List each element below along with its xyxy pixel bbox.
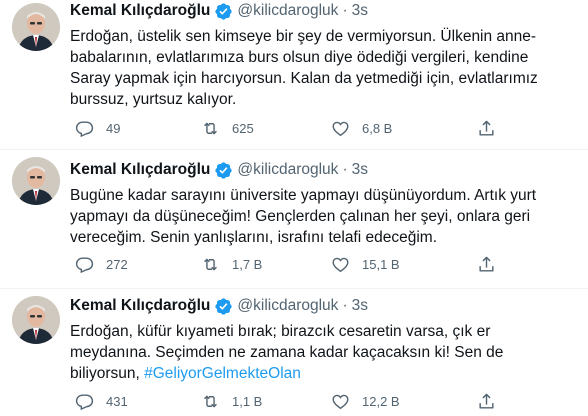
tweet-text: Bugüne kadar sarayını üniversite yapmayı… bbox=[70, 185, 576, 248]
like-count: 6,8 B bbox=[362, 120, 393, 136]
timestamp[interactable]: 3s bbox=[352, 296, 368, 316]
verified-badge-icon bbox=[215, 297, 233, 315]
like-count: 12,2 B bbox=[362, 393, 400, 409]
tweet-text-line: Erdoğan, küfür kıyameti bırak; birazcık … bbox=[70, 323, 491, 340]
tweet-actions: 431 1,1 B 12,2 B bbox=[70, 390, 500, 412]
like-count: 15,1 B bbox=[362, 256, 400, 272]
tweet[interactable]: Kemal Kılıçdaroğlu @kilicdarogluk · 3s E… bbox=[0, 289, 588, 416]
avatar[interactable] bbox=[12, 3, 60, 51]
reply-count: 272 bbox=[106, 256, 128, 272]
author-name[interactable]: Kemal Kılıçdaroğlu bbox=[70, 1, 210, 21]
reply-icon bbox=[75, 256, 94, 273]
tweet-text-line: biliyorsun, #GeliyorGelmekteOlan bbox=[70, 363, 576, 384]
share-button[interactable] bbox=[477, 390, 496, 412]
verified-badge-icon bbox=[215, 161, 233, 179]
tweet-text: Erdoğan, küfür kıyameti bırak; birazcık … bbox=[70, 321, 576, 384]
tweet-header: Kemal Kılıçdaroğlu @kilicdarogluk · 3s bbox=[70, 1, 368, 21]
like-button[interactable]: 12,2 B bbox=[331, 390, 400, 412]
share-button[interactable] bbox=[477, 253, 496, 275]
tweet-text-line: meydanına. Seçimden ne zamana kadar kaça… bbox=[70, 344, 504, 361]
tweet-text-line: vereceğim. Senin yanlışlarını, israfını … bbox=[70, 229, 438, 246]
tweet[interactable]: Kemal Kılıçdaroğlu @kilicdarogluk · 3s B… bbox=[0, 150, 588, 289]
tweet-text-line: burssuz, yurtsuz kalıyor. bbox=[70, 91, 237, 108]
heart-icon bbox=[332, 121, 349, 136]
tweet-text-line: Bugüne kadar sarayını üniversite yapmayı… bbox=[70, 187, 537, 204]
tweet-text-segment: biliyorsun, bbox=[70, 365, 145, 382]
tweet[interactable]: Kemal Kılıçdaroğlu @kilicdarogluk · 3s E… bbox=[0, 0, 588, 150]
like-button[interactable]: 6,8 B bbox=[331, 117, 392, 139]
retweet-icon bbox=[204, 258, 217, 270]
tweet-actions: 49 625 6,8 B bbox=[70, 117, 500, 139]
reply-button[interactable]: 49 bbox=[75, 117, 120, 139]
like-button[interactable]: 15,1 B bbox=[331, 253, 400, 275]
retweet-button[interactable]: 1,1 B bbox=[201, 390, 262, 412]
reply-count: 431 bbox=[106, 393, 128, 409]
timestamp[interactable]: 3s bbox=[352, 1, 368, 21]
reply-button[interactable]: 431 bbox=[75, 390, 128, 412]
author-handle[interactable]: @kilicdarogluk bbox=[237, 160, 338, 180]
author-name[interactable]: Kemal Kılıçdaroğlu bbox=[70, 160, 210, 180]
tweet-text-line: babalarının, evlatlarımıza burs olsun di… bbox=[70, 49, 529, 66]
retweet-count: 1,1 B bbox=[232, 393, 263, 409]
timestamp[interactable]: 3s bbox=[352, 160, 368, 180]
retweet-count: 1,7 B bbox=[232, 256, 263, 272]
reply-icon bbox=[75, 393, 94, 410]
share-button[interactable] bbox=[477, 117, 496, 139]
share-icon bbox=[479, 120, 494, 136]
reply-count: 49 bbox=[106, 120, 121, 136]
retweet-icon bbox=[204, 122, 217, 134]
tweet-header: Kemal Kılıçdaroğlu @kilicdarogluk · 3s bbox=[70, 160, 368, 180]
retweet-button[interactable]: 1,7 B bbox=[201, 253, 262, 275]
heart-icon bbox=[332, 257, 349, 272]
verified-badge-icon bbox=[215, 2, 233, 20]
reply-icon bbox=[75, 120, 94, 137]
share-icon bbox=[479, 256, 494, 272]
author-handle[interactable]: @kilicdarogluk bbox=[237, 1, 338, 21]
separator-dot: · bbox=[342, 161, 348, 178]
tweet-text-line: Erdoğan, üstelik sen kimseye bir şey de … bbox=[70, 28, 537, 45]
reply-button[interactable]: 272 bbox=[75, 253, 128, 275]
tweet-actions: 272 1,7 B 15,1 B bbox=[70, 253, 500, 275]
separator-dot: · bbox=[342, 2, 348, 19]
hashtag-link[interactable]: #GeliyorGelmekteOlan bbox=[144, 365, 301, 382]
separator-dot: · bbox=[342, 297, 348, 314]
retweet-button[interactable]: 625 bbox=[201, 117, 254, 139]
retweet-count: 625 bbox=[232, 120, 254, 136]
author-handle[interactable]: @kilicdarogluk bbox=[237, 296, 338, 316]
share-icon bbox=[479, 393, 494, 409]
heart-icon bbox=[332, 394, 349, 409]
author-name[interactable]: Kemal Kılıçdaroğlu bbox=[70, 296, 210, 316]
tweet-text-line: yapmayı da düşüneceğim! Gençlerden çalın… bbox=[70, 208, 531, 225]
avatar[interactable] bbox=[12, 157, 60, 205]
tweet-text: Erdoğan, üstelik sen kimseye bir şey de … bbox=[70, 26, 576, 110]
tweet-header: Kemal Kılıçdaroğlu @kilicdarogluk · 3s bbox=[70, 296, 368, 316]
tweet-text-line: Saray yapmak için harcıyorsun. Kalan da … bbox=[70, 70, 538, 87]
retweet-icon bbox=[204, 395, 217, 407]
avatar[interactable] bbox=[12, 296, 60, 344]
